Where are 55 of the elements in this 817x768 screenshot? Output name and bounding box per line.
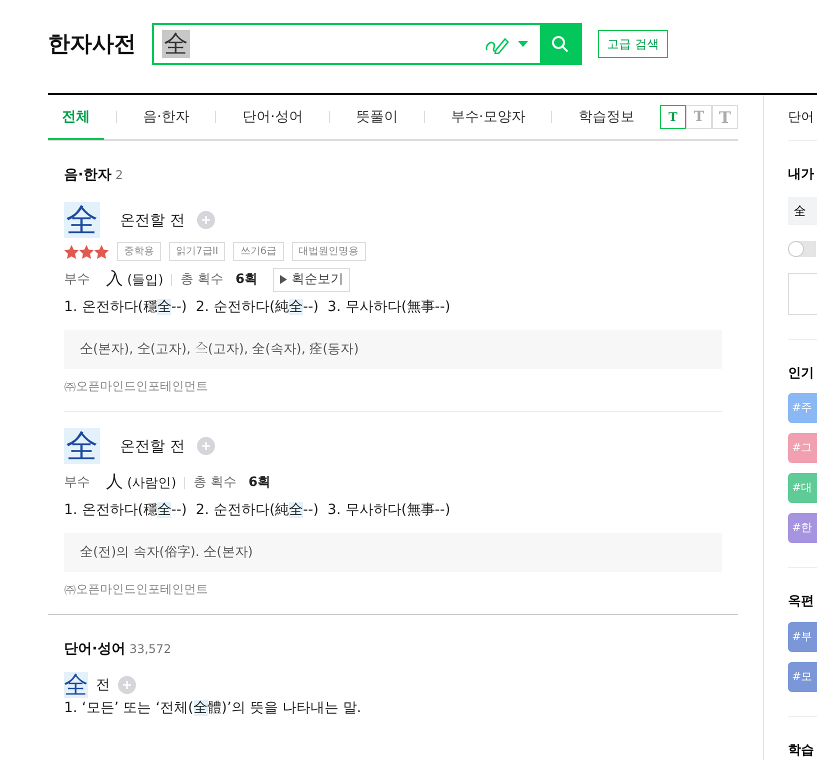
stroke-order-button[interactable]: 획순보기: [273, 268, 350, 292]
stroke-count: 6획: [235, 271, 258, 289]
star-icon: [94, 244, 109, 258]
tab[interactable]: 음·한자: [129, 95, 204, 139]
sidebar-title: 학습: [788, 742, 815, 760]
tab[interactable]: 단어·성어: [228, 95, 317, 139]
plus-icon[interactable]: [196, 437, 215, 455]
meaning-text: 1. 온전하다(穩全--) 2. 순전하다(純全--) 3. 무사하다(無事--): [64, 500, 452, 520]
sidebar-title: 옥편: [788, 593, 815, 611]
level-tag: 중학용: [117, 242, 161, 261]
sidebar-title: 내가: [788, 166, 815, 184]
tab[interactable]: 부수·모양자: [436, 95, 540, 139]
radical-label: 부수: [64, 474, 90, 492]
source-text: ㈜오픈마인드인포테인먼트: [64, 581, 209, 598]
search-field[interactable]: 全: [152, 23, 582, 65]
star-icon: [64, 244, 79, 258]
section-title: 단어·성어: [64, 640, 126, 659]
stroke-count-label: 총 획수: [180, 271, 224, 289]
dropdown-icon[interactable]: [518, 41, 528, 47]
search-icon: [551, 35, 569, 53]
sidebar-title: 인기: [788, 364, 815, 382]
meaning-text: 1. 온전하다(穩全--) 2. 순전하다(純全--) 3. 무사하다(無事--): [64, 298, 452, 316]
tab[interactable]: 뜻풀이: [342, 95, 412, 139]
tab[interactable]: 학습정보: [564, 95, 648, 139]
word-reading: 전: [96, 676, 110, 694]
sidebar-link[interactable]: 단어: [788, 95, 817, 141]
level-tag: 읽기7급II: [169, 242, 226, 261]
hanja-reading: 온전할 전: [120, 210, 185, 231]
stroke-count-label: 총 획수: [193, 474, 236, 492]
variant-info: 仝(본자), 㒰(고자), 𠓞(고자), 全(속자), 痊(동자): [64, 330, 722, 369]
word-character[interactable]: 全: [64, 672, 88, 698]
result-count: 33,572: [129, 641, 172, 658]
recent-search-chip[interactable]: 全: [788, 196, 817, 224]
search-button[interactable]: [540, 25, 580, 63]
page-title: 한자사전: [48, 30, 137, 58]
radical-value[interactable]: 入 (들입): [106, 267, 164, 292]
variant-info: 全(전)의 속자(俗字). 仝(본자): [64, 532, 722, 572]
memo-box[interactable]: [788, 272, 817, 314]
stroke-count: 6획: [248, 474, 270, 492]
radical-label: 부수: [64, 271, 90, 289]
level-tag: 쓰기6급: [233, 242, 284, 261]
plus-icon[interactable]: [196, 211, 215, 229]
source-text: ㈜오픈마인드인포테인먼트: [64, 378, 209, 395]
play-icon: [280, 275, 288, 284]
plus-icon[interactable]: [118, 676, 136, 694]
hanja-character[interactable]: 全: [64, 202, 100, 238]
hanja-character[interactable]: 全: [64, 428, 100, 464]
radical-value[interactable]: 人 (사람인): [106, 470, 176, 496]
meaning-text: 1. ‘모든’ 또는 ‘전체(全體)’의 뜻을 나타내는 말.: [64, 699, 362, 718]
toggle-switch[interactable]: [788, 240, 816, 256]
hanja-reading: 온전할 전: [120, 436, 185, 457]
star-icon: [79, 244, 94, 258]
section-title: 음·한자: [64, 166, 112, 185]
result-count: 2: [115, 167, 123, 184]
level-tag: 대법원인명용: [292, 242, 366, 261]
